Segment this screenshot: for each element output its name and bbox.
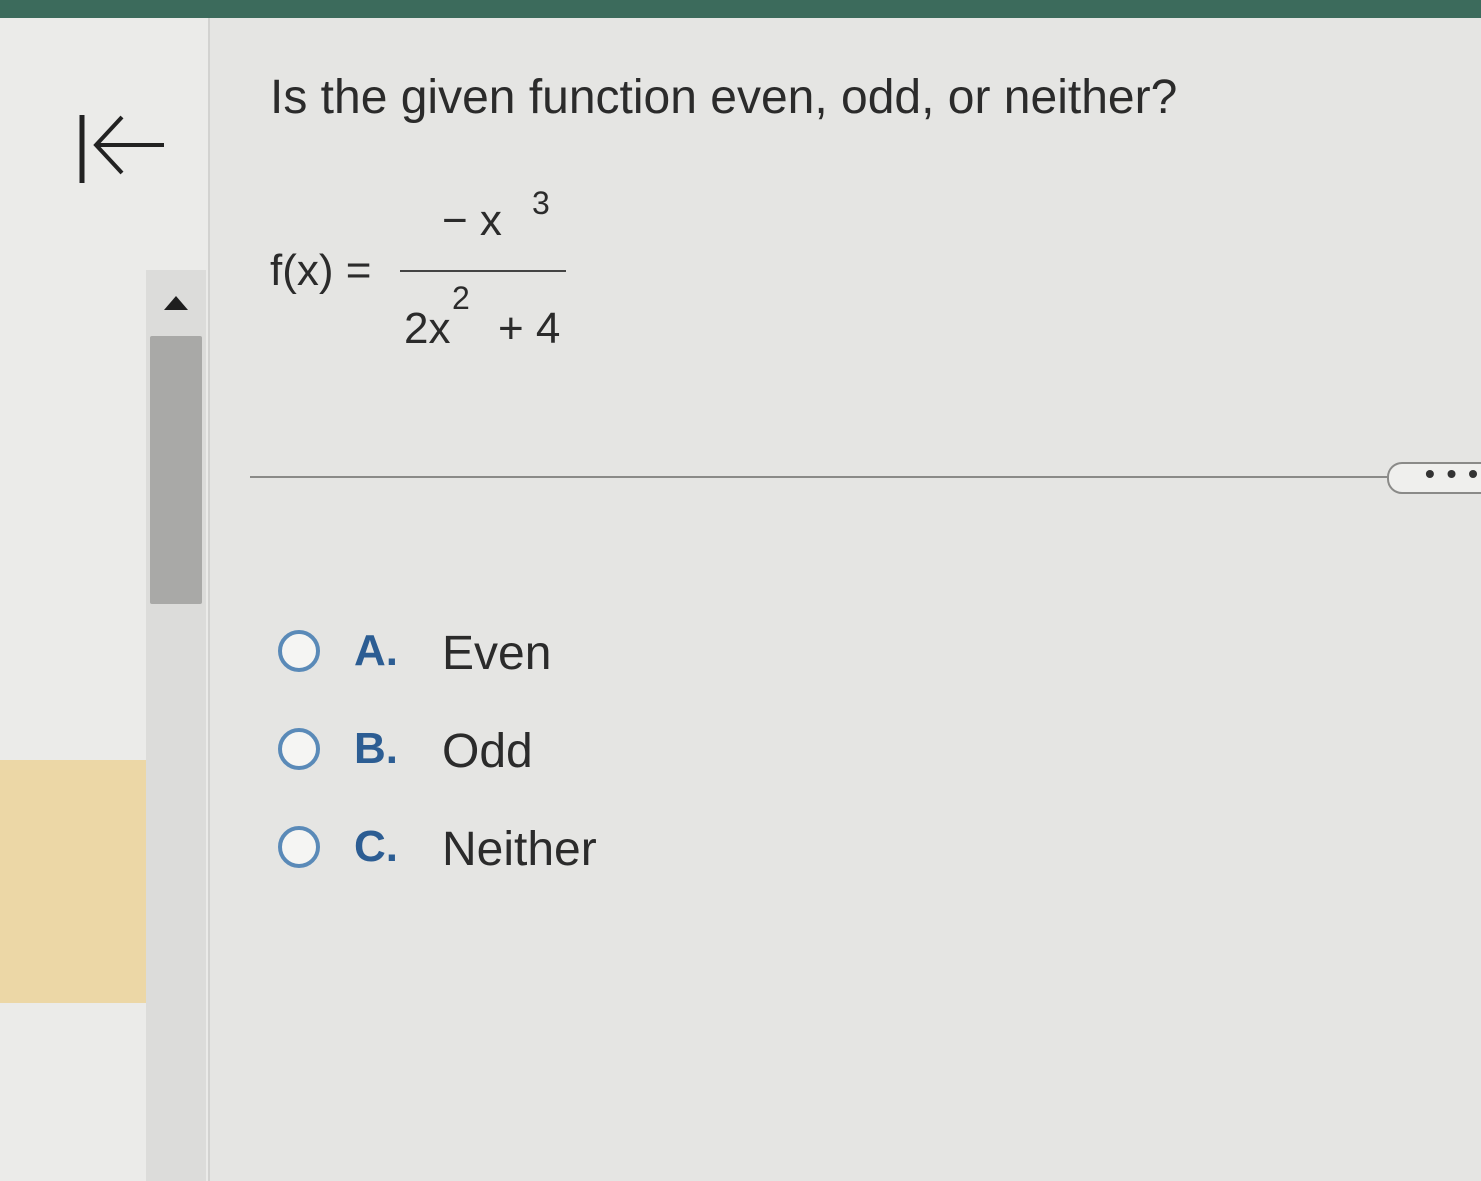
scrollbar-thumb[interactable] — [150, 336, 202, 604]
option-letter: A. — [354, 626, 398, 675]
radio-button-c[interactable] — [278, 826, 320, 868]
formula-denominator-rest: + 4 — [498, 304, 561, 353]
section-divider — [250, 476, 1390, 478]
formula-lhs: f(x) = — [270, 246, 372, 295]
option-text: Even — [442, 627, 552, 680]
more-options-button[interactable]: • • • — [1387, 458, 1481, 494]
option-a[interactable]: A. Even — [278, 626, 678, 686]
option-text: Odd — [442, 725, 533, 778]
radio-button-b[interactable] — [278, 728, 320, 770]
collapse-left-icon — [79, 115, 164, 183]
fraction-bar — [400, 270, 566, 272]
formula-numerator: − x — [442, 196, 502, 245]
option-letter: C. — [354, 822, 398, 871]
option-letter: B. — [354, 724, 398, 773]
top-bar — [0, 0, 1481, 18]
formula-denominator-term: 2x — [404, 304, 451, 353]
option-b[interactable]: B. Odd — [278, 724, 678, 784]
formula-numerator-exponent: 3 — [532, 185, 550, 221]
option-text: Neither — [442, 823, 597, 876]
ellipsis-icon: • • • — [1425, 458, 1480, 489]
collapse-panel-button[interactable] — [70, 105, 170, 195]
left-panel-highlight — [0, 760, 146, 1003]
question-text: Is the given function even, odd, or neit… — [270, 71, 1178, 124]
function-formula: f(x) = − x 3 2x 2 + 4 — [270, 180, 590, 360]
triangle-up-icon[interactable] — [164, 296, 188, 310]
formula-denominator-exponent: 2 — [452, 280, 470, 316]
radio-button-a[interactable] — [278, 630, 320, 672]
option-c[interactable]: C. Neither — [278, 822, 678, 882]
